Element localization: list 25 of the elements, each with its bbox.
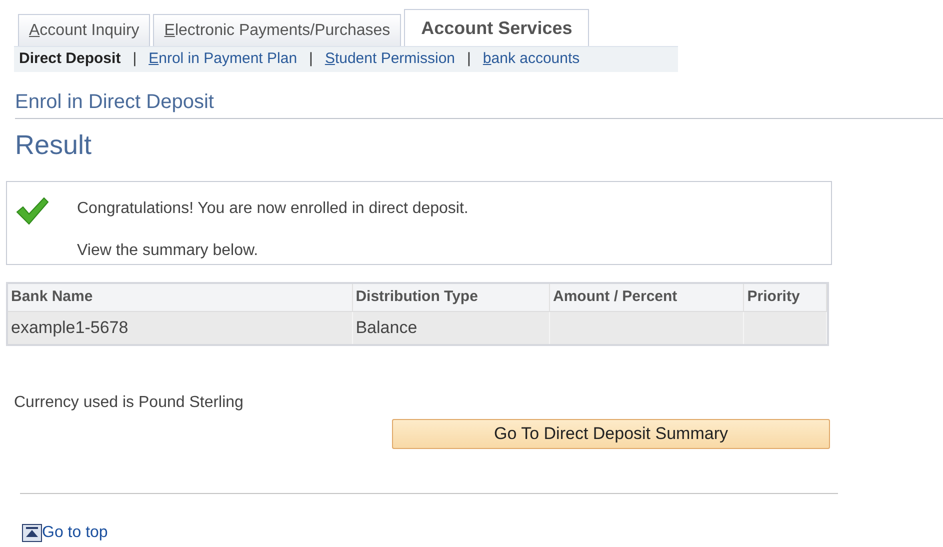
tab[interactable]: Account Inquiry [18, 14, 150, 46]
message-text: Congratulations! You are now enrolled in direct deposit. [77, 199, 468, 219]
subnav-link[interactable]: bank accounts [482, 48, 580, 71]
section-title: Result [15, 129, 93, 161]
page-title: Enrol in Direct Deposit [15, 90, 215, 114]
table-cell-text: Balance [356, 317, 418, 340]
column-header: Priority [744, 284, 828, 311]
column-header: Distribution Type [352, 284, 550, 311]
tab[interactable]: Account Services [404, 9, 590, 46]
subnav-link[interactable]: Direct Deposit [19, 48, 121, 71]
separator: | [467, 49, 471, 70]
tab[interactable]: Electronic Payments/Purchases [153, 14, 402, 46]
checkmark-icon [15, 196, 49, 226]
currency-note: Currency used is Pound Sterling [14, 393, 244, 413]
subnav-link[interactable]: Student Permission [324, 48, 456, 71]
column-header: Bank Name [8, 284, 353, 311]
scroll-top-icon[interactable] [22, 524, 42, 542]
separator: | [309, 49, 313, 70]
separator: | [132, 49, 137, 70]
column-header: Amount / Percent [550, 284, 744, 311]
table-cell-text: example1-5678 [11, 317, 128, 340]
summary-button[interactable]: Go To Direct Deposit Summary [392, 419, 830, 449]
go-to-top-link[interactable]: Go to top [42, 524, 108, 542]
message-text: View the summary below. [77, 241, 260, 261]
subnav-link[interactable]: Enrol in Payment Plan [148, 48, 298, 71]
